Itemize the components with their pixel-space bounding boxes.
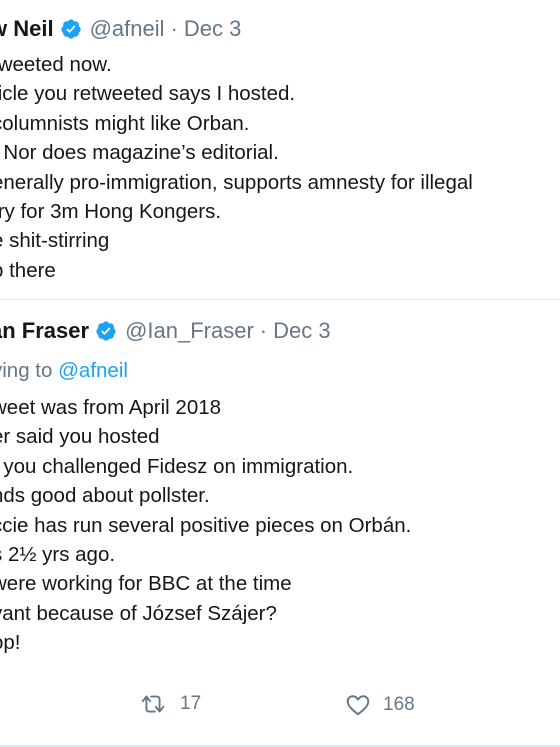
verified-badge-icon bbox=[60, 18, 82, 40]
tweet-line: were working for BBC at the time bbox=[0, 572, 292, 596]
tweet-line: tweeted now. bbox=[0, 53, 112, 76]
tweet-actions: 17 168 bbox=[0, 690, 560, 720]
tweet-line: er said you hosted bbox=[0, 425, 160, 449]
retweet-button[interactable]: 17 bbox=[138, 692, 201, 716]
author-name[interactable]: w Neil bbox=[0, 14, 54, 44]
tweet-header: w Neil @afneil · Dec 3 bbox=[0, 14, 241, 44]
retweet-icon bbox=[138, 692, 168, 716]
tweet-line: try for 3m Hong Kongers. bbox=[0, 200, 222, 224]
verified-badge-icon bbox=[95, 320, 117, 342]
replying-to: ying to @afneil bbox=[0, 356, 128, 385]
author-handle[interactable]: @afneil bbox=[90, 14, 165, 44]
replying-handle-link[interactable]: @afneil bbox=[58, 359, 128, 382]
tweet-line: s 2½ yrs ago. bbox=[0, 543, 116, 567]
tweet-line: weet was from April 2018 bbox=[0, 396, 222, 419]
tweet-line: t you challenged Fidesz on immigration. bbox=[0, 454, 354, 478]
tweet-line: p there bbox=[0, 258, 56, 282]
author-handle[interactable]: @Ian_Fraser bbox=[125, 316, 254, 346]
tweet-date[interactable]: Dec 3 bbox=[273, 316, 330, 346]
tweet-line: ticle you retweeted says I hosted. bbox=[0, 82, 296, 106]
tweet-date[interactable]: Dec 3 bbox=[184, 14, 241, 44]
tweet-line: vant because of József Szájer? bbox=[0, 601, 277, 625]
tweet-header: an Fraser @Ian_Fraser · Dec 3 bbox=[0, 316, 331, 346]
like-button[interactable]: 168 bbox=[345, 692, 415, 718]
author-name[interactable]: an Fraser bbox=[0, 316, 89, 346]
tweet-line: . Nor does magazine’s editorial. bbox=[0, 141, 279, 165]
tweet-afneil[interactable]: w Neil @afneil · Dec 3 tweeted now. ticl… bbox=[0, 0, 560, 300]
separator-dot: · bbox=[259, 318, 268, 343]
retweet-count: 17 bbox=[180, 693, 202, 714]
tweet-line: nds good about pollster. bbox=[0, 484, 210, 508]
tweet-line: enerally pro-immigration, supports amnes… bbox=[0, 170, 473, 194]
tweet-text: weet was from April 2018 er said you hos… bbox=[0, 393, 411, 658]
tweet-line: ccie has run several positive pieces on … bbox=[0, 513, 412, 537]
replying-prefix: ying to bbox=[0, 359, 53, 382]
like-count: 168 bbox=[383, 694, 415, 715]
tweet-text: tweeted now. ticle you retweeted says I … bbox=[0, 50, 473, 285]
heart-icon bbox=[345, 692, 371, 718]
tweet-line: e shit-stirring bbox=[0, 229, 110, 253]
tweet-ian-fraser[interactable]: an Fraser @Ian_Fraser · Dec 3 ying to @a… bbox=[0, 300, 560, 745]
tweet-line: op! bbox=[0, 631, 21, 655]
separator-dot: · bbox=[170, 16, 178, 41]
tweet-line: columnists might like Orban. bbox=[0, 111, 250, 135]
